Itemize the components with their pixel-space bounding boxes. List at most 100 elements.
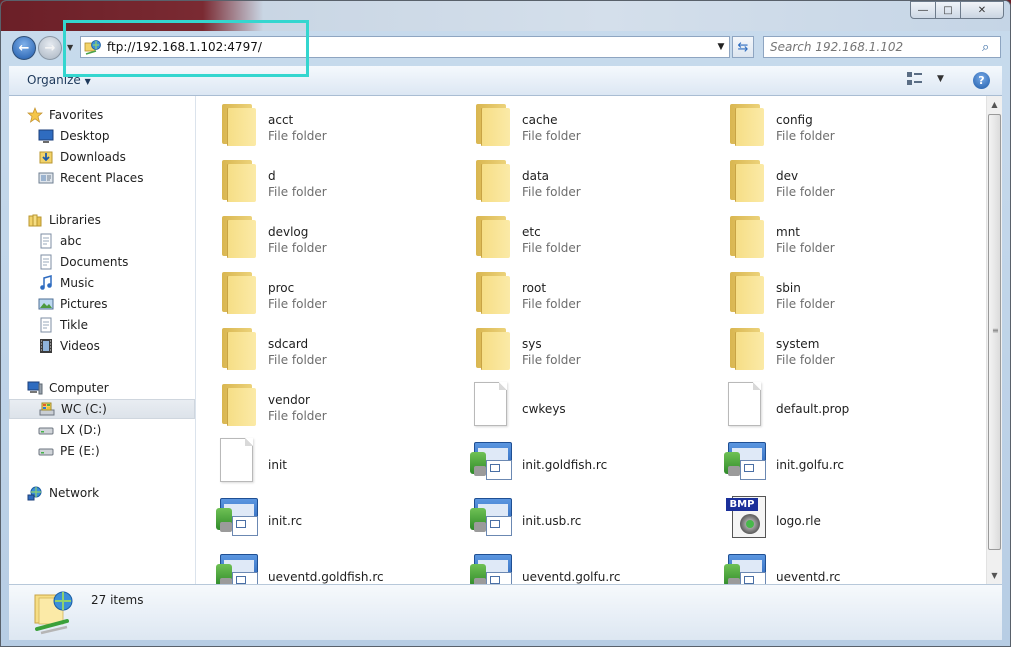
nav-item-network-15[interactable]: Network xyxy=(9,483,195,503)
file-name: cwkeys xyxy=(522,402,566,416)
file-item[interactable]: default.prop xyxy=(704,376,944,428)
nav-item-libraries-7[interactable]: Music xyxy=(9,273,195,293)
search-input[interactable] xyxy=(768,39,982,55)
maximize-button[interactable]: □ xyxy=(935,1,961,19)
change-view-button[interactable]: ▼ xyxy=(907,72,944,86)
organize-label: Organize xyxy=(27,73,81,87)
nav-item-label: WC (C:) xyxy=(61,402,107,416)
file-item[interactable]: system File folder xyxy=(704,320,944,372)
file-item[interactable]: data File folder xyxy=(450,152,690,204)
file-item[interactable]: devlog File folder xyxy=(196,208,436,260)
nav-item-libraries-10[interactable]: Videos xyxy=(9,336,195,356)
minimize-button[interactable]: ― xyxy=(910,1,936,19)
file-item[interactable]: config File folder xyxy=(704,96,944,148)
nav-item-label: abc xyxy=(60,234,82,248)
details-pane: 27 items xyxy=(9,584,1002,640)
address-bar[interactable]: ftp://192.168.1.102:4797/ ▼ xyxy=(80,36,730,58)
file-item[interactable]: init xyxy=(196,432,436,484)
recent-pages-dropdown[interactable]: ▼ xyxy=(67,43,73,52)
search-icon[interactable]: ⌕ xyxy=(982,40,1000,55)
address-dropdown-icon[interactable]: ▼ xyxy=(713,42,729,52)
file-item[interactable]: d File folder xyxy=(196,152,436,204)
file-type: File folder xyxy=(522,241,581,255)
file-type: File folder xyxy=(268,241,327,255)
document-icon xyxy=(216,438,262,484)
nav-item-computer-12[interactable]: WC (C:) xyxy=(9,399,195,419)
close-button[interactable]: ✕ xyxy=(960,1,1004,19)
file-item[interactable]: init.golfu.rc xyxy=(704,432,944,484)
file-item[interactable]: dev File folder xyxy=(704,152,944,204)
nav-item-libraries-5[interactable]: abc xyxy=(9,231,195,251)
file-item[interactable]: ueventd.goldfish.rc xyxy=(196,544,436,584)
scroll-down-icon[interactable]: ▼ xyxy=(987,567,1002,584)
file-name: ueventd.rc xyxy=(776,570,841,584)
file-item[interactable]: BMP logo.rle xyxy=(704,488,944,540)
file-item[interactable]: ueventd.rc xyxy=(704,544,944,584)
help-icon[interactable]: ? xyxy=(973,72,990,89)
file-item[interactable]: sys File folder xyxy=(450,320,690,372)
nav-item-libraries-9[interactable]: Tikle xyxy=(9,315,195,335)
file-name: devlog xyxy=(268,225,309,239)
file-item[interactable]: etc File folder xyxy=(450,208,690,260)
nav-item-computer-14[interactable]: PE (E:) xyxy=(9,441,195,461)
nav-item-libraries-8[interactable]: Pictures xyxy=(9,294,195,314)
vertical-scrollbar[interactable]: ▲ ≡ ▼ xyxy=(986,96,1002,584)
file-item[interactable]: init.goldfish.rc xyxy=(450,432,690,484)
file-item[interactable]: ueventd.golfu.rc xyxy=(450,544,690,584)
scroll-up-icon[interactable]: ▲ xyxy=(987,96,1002,113)
hard-drive-icon xyxy=(38,443,54,459)
nav-item-libraries-4[interactable]: Libraries xyxy=(9,210,195,230)
navigation-bar: ← → ▼ ftp://192.168.1.102:4797/ ▼ ⇆ ⌕ xyxy=(1,31,1010,65)
folder-icon xyxy=(216,270,262,316)
file-name: vendor xyxy=(268,393,310,407)
refresh-button[interactable]: ⇆ xyxy=(732,36,754,58)
file-item[interactable]: root File folder xyxy=(450,264,690,316)
bitmap-file-icon: BMP xyxy=(724,494,770,540)
address-text[interactable]: ftp://192.168.1.102:4797/ xyxy=(107,40,713,54)
file-item[interactable]: acct File folder xyxy=(196,96,436,148)
view-tiles-icon xyxy=(907,72,923,86)
search-box[interactable]: ⌕ xyxy=(763,36,1001,58)
nav-item-favorites-0[interactable]: Favorites xyxy=(9,105,195,125)
nav-item-label: Libraries xyxy=(49,213,101,227)
nav-item-libraries-6[interactable]: Documents xyxy=(9,252,195,272)
nav-item-favorites-2[interactable]: Downloads xyxy=(9,147,195,167)
command-bar: Organize ▼ ▼ ? xyxy=(9,66,1002,96)
application-file-icon xyxy=(470,438,516,484)
application-file-icon xyxy=(216,550,262,584)
explorer-window: ― □ ✕ ← → ▼ ftp://192.168.1.102:4797/ ▼ … xyxy=(0,0,1011,647)
file-item[interactable]: sdcard File folder xyxy=(196,320,436,372)
application-file-icon xyxy=(724,438,770,484)
file-item[interactable]: sbin File folder xyxy=(704,264,944,316)
folder-icon xyxy=(724,214,770,260)
nav-item-computer-11[interactable]: Computer xyxy=(9,378,195,398)
file-item[interactable]: mnt File folder xyxy=(704,208,944,260)
star-icon xyxy=(27,107,43,123)
nav-item-favorites-3[interactable]: Recent Places xyxy=(9,168,195,188)
back-button[interactable]: ← xyxy=(12,36,36,60)
navigation-pane: Favorites Desktop Downloads Recent Places Li… xyxy=(9,96,196,584)
file-item[interactable]: init.usb.rc xyxy=(450,488,690,540)
organize-button[interactable]: Organize ▼ xyxy=(27,73,91,87)
forward-button[interactable]: → xyxy=(38,36,62,60)
folder-icon xyxy=(724,270,770,316)
caption-buttons: ― □ ✕ xyxy=(910,1,1004,19)
nav-item-favorites-1[interactable]: Desktop xyxy=(9,126,195,146)
folder-icon xyxy=(216,102,262,148)
computer-icon xyxy=(27,380,43,396)
file-item[interactable]: cwkeys xyxy=(450,376,690,428)
file-name: config xyxy=(776,113,813,127)
file-item[interactable]: vendor File folder xyxy=(196,376,436,428)
folder-icon xyxy=(470,158,516,204)
file-name: init.rc xyxy=(268,514,303,528)
view-dropdown-icon[interactable]: ▼ xyxy=(937,74,944,84)
file-item[interactable]: init.rc xyxy=(196,488,436,540)
scroll-thumb[interactable]: ≡ xyxy=(988,114,1001,550)
file-name: proc xyxy=(268,281,295,295)
file-item[interactable]: cache File folder xyxy=(450,96,690,148)
file-type: File folder xyxy=(522,129,581,143)
file-item[interactable]: proc File folder xyxy=(196,264,436,316)
file-name: acct xyxy=(268,113,294,127)
application-file-icon xyxy=(470,494,516,540)
nav-item-computer-13[interactable]: LX (D:) xyxy=(9,420,195,440)
